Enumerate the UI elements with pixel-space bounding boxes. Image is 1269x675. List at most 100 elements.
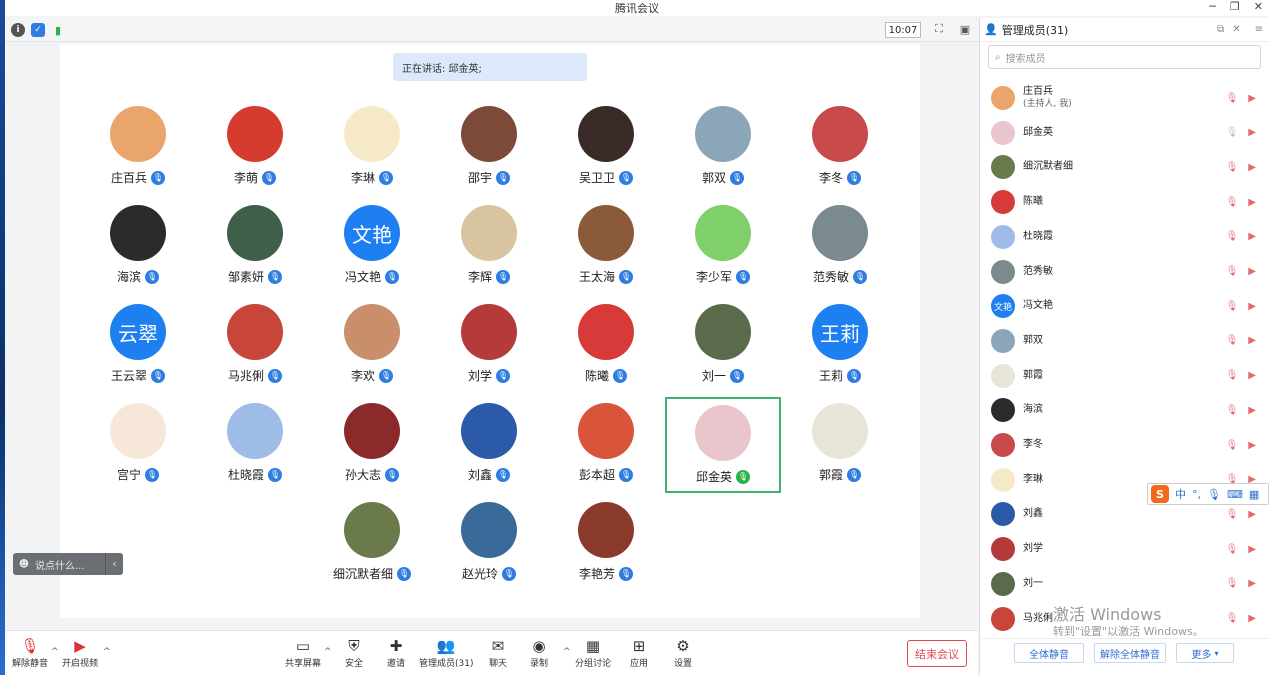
- more-button[interactable]: 更多 ▾: [1176, 643, 1234, 663]
- mic-off-icon[interactable]: 🎙: [1226, 93, 1239, 104]
- participant-tile[interactable]: 吴卫卫 🎙: [548, 100, 664, 196]
- participant-tile[interactable]: 刘学 🎙: [431, 298, 547, 394]
- member-row[interactable]: 文艳 冯文艳 🎙 ▶: [980, 289, 1269, 323]
- participant-tile[interactable]: 庄百兵 🎙: [80, 100, 196, 196]
- participant-tile[interactable]: 杜晓霞 🎙: [197, 397, 313, 493]
- menu-icon[interactable]: ≡: [1255, 24, 1263, 35]
- signal-icon[interactable]: ▮: [51, 23, 65, 37]
- mute-all-button[interactable]: 全体静音: [1014, 643, 1084, 663]
- mic-off-icon[interactable]: 🎙: [1226, 197, 1239, 208]
- chat-input[interactable]: ☻ 说点什么... ‹: [13, 553, 123, 575]
- participant-tile[interactable]: 范秀敏 🎙: [782, 199, 898, 295]
- participant-tile[interactable]: 马兆俐 🎙: [197, 298, 313, 394]
- member-row[interactable]: 杜晓霞 🎙 ▶: [980, 220, 1269, 254]
- mic-off-icon[interactable]: 🎙: [1226, 405, 1239, 416]
- camera-off-icon[interactable]: ▶: [1248, 613, 1256, 624]
- breakout-button[interactable]: ▦ 分组讨论: [575, 636, 611, 669]
- ime-mode[interactable]: 中: [1175, 486, 1186, 502]
- fullscreen-icon[interactable]: ⛶: [932, 22, 946, 36]
- mic-off-icon[interactable]: 🎙: [1226, 231, 1239, 242]
- camera-off-icon[interactable]: ▶: [1248, 127, 1256, 138]
- record-options-icon[interactable]: ^: [563, 647, 571, 657]
- mic-off-icon[interactable]: 🎙: [1226, 335, 1239, 346]
- camera-off-icon[interactable]: ▶: [1248, 440, 1256, 451]
- apps-button[interactable]: ⊞ 应用: [628, 636, 650, 669]
- video-options-icon[interactable]: ^: [103, 647, 111, 657]
- voice-icon[interactable]: 🎙: [1207, 488, 1221, 501]
- participant-tile[interactable]: 宫宁 🎙: [80, 397, 196, 493]
- collapse-icon[interactable]: ‹: [105, 553, 123, 575]
- mic-off-icon[interactable]: 🎙: [1226, 370, 1239, 381]
- participant-tile[interactable]: 彭本超 🎙: [548, 397, 664, 493]
- participant-tile[interactable]: 李欢 🎙: [314, 298, 430, 394]
- mic-off-icon[interactable]: 🎙: [1226, 613, 1239, 624]
- participant-tile[interactable]: 云翠 王云翠 🎙: [80, 298, 196, 394]
- manage-members-button[interactable]: 👥 管理成员(31): [419, 636, 473, 669]
- participant-tile[interactable]: 王太海 🎙: [548, 199, 664, 295]
- camera-off-icon[interactable]: ▶: [1248, 370, 1256, 381]
- participant-tile[interactable]: 文艳 冯文艳 🎙: [314, 199, 430, 295]
- participant-tile[interactable]: 邵宇 🎙: [431, 100, 547, 196]
- mic-off-icon[interactable]: 🎙: [1226, 266, 1239, 277]
- mic-off-icon[interactable]: 🎙: [1226, 544, 1239, 555]
- participant-tile[interactable]: 细沉默者细 🎙: [314, 496, 430, 592]
- mic-icon[interactable]: 🎙: [1226, 127, 1239, 138]
- member-search[interactable]: ⌕ 搜索成员: [988, 45, 1261, 69]
- share-screen-button[interactable]: ▭ 共享屏幕: [285, 636, 321, 669]
- close-icon[interactable]: ✕: [1254, 0, 1263, 13]
- participant-tile[interactable]: 刘鑫 🎙: [431, 397, 547, 493]
- member-row[interactable]: 刘一 🎙 ▶: [980, 567, 1269, 601]
- unmute-all-button[interactable]: 解除全体静音: [1094, 643, 1166, 663]
- layout-icon[interactable]: ▣: [958, 22, 972, 36]
- participant-tile[interactable]: 陈曦 🎙: [548, 298, 664, 394]
- panel-close-icon[interactable]: ✕: [1232, 24, 1240, 35]
- grid-icon[interactable]: ▦: [1249, 488, 1259, 501]
- security-button[interactable]: ⛨ 安全: [343, 636, 365, 669]
- member-row[interactable]: 庄百兵 (主持人, 我) 🎙 ▶: [980, 81, 1269, 115]
- keyboard-icon[interactable]: ⌨: [1227, 488, 1243, 501]
- participant-tile[interactable]: 赵光玲 🎙: [431, 496, 547, 592]
- participant-tile[interactable]: 邹素妍 🎙: [197, 199, 313, 295]
- participant-tile[interactable]: 李少军 🎙: [665, 199, 781, 295]
- member-row[interactable]: 李冬 🎙 ▶: [980, 428, 1269, 462]
- participant-tile[interactable]: 李萌 🎙: [197, 100, 313, 196]
- participant-tile[interactable]: 王莉 王莉 🎙: [782, 298, 898, 394]
- member-row[interactable]: 刘学 🎙 ▶: [980, 532, 1269, 566]
- participant-tile[interactable]: 李辉 🎙: [431, 199, 547, 295]
- mic-off-icon[interactable]: 🎙: [1226, 509, 1239, 520]
- punct-icon[interactable]: °,: [1192, 488, 1201, 501]
- video-button[interactable]: ▶ 开启视频: [62, 636, 98, 669]
- participant-tile[interactable]: 李艳芳 🎙: [548, 496, 664, 592]
- camera-off-icon[interactable]: ▶: [1248, 544, 1256, 555]
- member-row[interactable]: 海滨 🎙 ▶: [980, 393, 1269, 427]
- mic-off-icon[interactable]: 🎙: [1226, 301, 1239, 312]
- member-row[interactable]: 范秀敏 🎙 ▶: [980, 255, 1269, 289]
- member-row[interactable]: 郭霞 🎙 ▶: [980, 359, 1269, 393]
- info-icon[interactable]: i: [11, 23, 25, 37]
- member-row[interactable]: 郭双 🎙 ▶: [980, 324, 1269, 358]
- participant-tile[interactable]: 李冬 🎙: [782, 100, 898, 196]
- member-row[interactable]: 细沉默者细 🎙 ▶: [980, 150, 1269, 184]
- ime-toolbar[interactable]: S 中 °, 🎙 ⌨ ▦: [1147, 483, 1269, 505]
- participant-tile[interactable]: 郭霞 🎙: [782, 397, 898, 493]
- share-options-icon[interactable]: ^: [324, 647, 332, 657]
- camera-off-icon[interactable]: ▶: [1248, 231, 1256, 242]
- participant-tile[interactable]: 海滨 🎙: [80, 199, 196, 295]
- mic-off-icon[interactable]: 🎙: [1226, 578, 1239, 589]
- participant-tile[interactable]: 李琳 🎙: [314, 100, 430, 196]
- mic-off-icon[interactable]: 🎙: [1226, 440, 1239, 451]
- restore-icon[interactable]: ❐: [1230, 0, 1240, 13]
- camera-off-icon[interactable]: ▶: [1248, 405, 1256, 416]
- camera-off-icon[interactable]: ▶: [1248, 301, 1256, 312]
- emoji-icon[interactable]: ☻: [13, 553, 35, 575]
- camera-off-icon[interactable]: ▶: [1248, 578, 1256, 589]
- camera-off-icon[interactable]: ▶: [1248, 509, 1256, 520]
- camera-off-icon[interactable]: ▶: [1248, 266, 1256, 277]
- camera-off-icon[interactable]: ▶: [1248, 335, 1256, 346]
- camera-off-icon[interactable]: ▶: [1248, 162, 1256, 173]
- record-button[interactable]: ◉ 录制: [528, 636, 550, 669]
- chat-button[interactable]: ✉ 聊天: [487, 636, 509, 669]
- participant-tile[interactable]: 邱金英 🎙: [665, 397, 781, 493]
- camera-off-icon[interactable]: ▶: [1248, 197, 1256, 208]
- audio-options-icon[interactable]: ^: [51, 647, 59, 657]
